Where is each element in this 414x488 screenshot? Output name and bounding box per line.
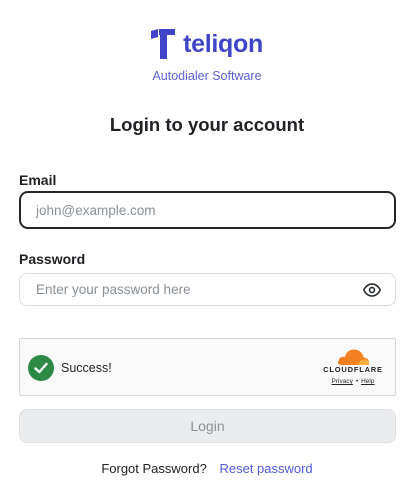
forgot-password-text: Forgot Password? <box>101 461 207 476</box>
teliqon-logo-icon <box>151 29 176 59</box>
password-label: Password <box>19 251 86 267</box>
link-separator: • <box>355 378 359 385</box>
help-link[interactable]: Help <box>361 378 374 385</box>
email-field[interactable]: john@example.com <box>19 191 396 229</box>
password-placeholder: Enter your password here <box>36 282 191 297</box>
reset-password-link[interactable]: Reset password <box>219 461 312 476</box>
email-placeholder: john@example.com <box>36 202 156 218</box>
login-button[interactable]: Login <box>19 409 396 443</box>
captcha-status: Success! <box>61 361 112 375</box>
cloudflare-wordmark: CLOUDFLARE <box>323 365 383 374</box>
password-field[interactable]: Enter your password here <box>19 273 396 306</box>
privacy-link[interactable]: Privacy <box>332 378 353 385</box>
cloud-icon <box>337 349 369 365</box>
captcha-widget[interactable]: Success! CLOUDFLARE Privacy • Help <box>19 338 396 396</box>
brand-name: teliqon <box>183 29 263 58</box>
captcha-links: Privacy • Help <box>332 378 375 385</box>
brand-subtitle: Autodialer Software <box>152 69 262 83</box>
cloudflare-logo: CLOUDFLARE Privacy • Help <box>319 348 387 385</box>
brand-logo: teliqon <box>0 29 414 59</box>
check-circle-icon <box>28 355 54 381</box>
page-title: Login to your account <box>109 114 305 135</box>
password-reset-row: Forgot Password? Reset password <box>0 461 414 476</box>
email-label: Email <box>19 172 57 188</box>
eye-icon[interactable] <box>363 282 381 298</box>
